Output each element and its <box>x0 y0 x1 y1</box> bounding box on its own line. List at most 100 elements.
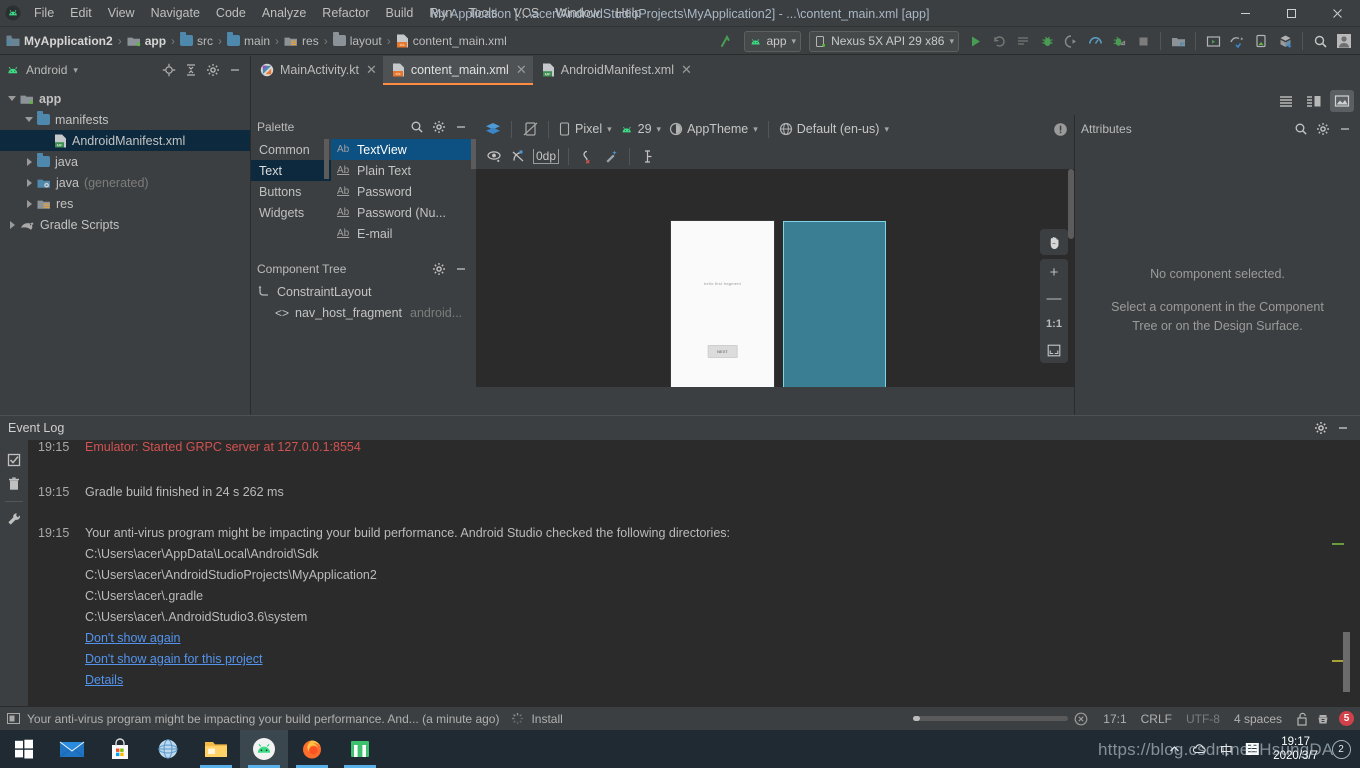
code-mode-icon[interactable] <box>1274 90 1298 112</box>
design-mode-icon[interactable] <box>1330 89 1354 112</box>
search-icon[interactable] <box>406 116 428 138</box>
event-log-row[interactable]: Details <box>28 670 1350 691</box>
zoom-to-fit-button[interactable] <box>1040 337 1068 363</box>
menu-build[interactable]: Build <box>378 3 422 23</box>
install-link[interactable]: Install <box>531 712 562 726</box>
unlocked-icon[interactable] <box>1296 712 1309 726</box>
close-icon[interactable]: ✕ <box>516 62 527 78</box>
locale-combo[interactable]: Default (en-us) ▾ <box>775 120 893 138</box>
palette-items[interactable]: Ab TextView Ab Plain Text Ab Password Ab… <box>331 139 476 249</box>
menu-analyze[interactable]: Analyze <box>254 3 314 23</box>
event-log-indicator-icon[interactable] <box>7 712 20 725</box>
chevron-down-icon[interactable]: ▾ <box>73 65 78 76</box>
palette-category-common[interactable]: Common <box>251 139 331 160</box>
settings-icon[interactable] <box>428 116 450 138</box>
dont-show-again-project-link[interactable]: Don't show again for this project <box>85 652 262 666</box>
file-explorer-app[interactable] <box>192 730 240 768</box>
pan-hand-icon[interactable] <box>1040 229 1068 255</box>
api-level-combo[interactable]: 29 ▾ <box>616 120 665 138</box>
palette-category-text[interactable]: Text <box>251 160 331 181</box>
menu-navigate[interactable]: Navigate <box>143 3 208 23</box>
run-button[interactable] <box>963 29 987 53</box>
sync-gradle-button[interactable] <box>1225 29 1249 53</box>
palette-item-textview[interactable]: Ab TextView <box>331 139 476 160</box>
maximize-button[interactable] <box>1268 0 1314 27</box>
notification-center-icon[interactable]: 2 <box>1326 730 1356 768</box>
hector-inspection-icon[interactable] <box>1316 712 1330 726</box>
settings-icon[interactable] <box>1310 417 1332 439</box>
keyboard-layout-icon[interactable] <box>1239 730 1265 768</box>
mail-app[interactable] <box>48 730 96 768</box>
menu-edit[interactable]: Edit <box>62 3 100 23</box>
cloud-icon[interactable] <box>1187 730 1213 768</box>
hide-icon[interactable] <box>450 258 472 280</box>
breadcrumb-src[interactable]: src <box>180 32 213 48</box>
event-log-row[interactable]: Don't show again for this project <box>28 649 1350 670</box>
tree-item-java-generated[interactable]: java (generated) <box>0 172 250 193</box>
tree-item-app[interactable]: app <box>0 88 250 109</box>
close-icon[interactable]: ✕ <box>681 62 692 78</box>
palette-category-buttons[interactable]: Buttons <box>251 181 331 202</box>
twisty-closed-icon[interactable] <box>21 178 37 187</box>
menu-help[interactable]: Help <box>608 3 650 23</box>
hide-icon[interactable] <box>224 59 246 81</box>
chevron-down-icon[interactable]: ▾ <box>657 124 662 135</box>
microsoft-store-app[interactable] <box>96 730 144 768</box>
tree-item-gradle-scripts[interactable]: Gradle Scripts <box>0 214 250 235</box>
menu-file[interactable]: File <box>26 3 62 23</box>
chevron-down-icon[interactable]: ▾ <box>949 36 954 47</box>
tray-overflow-icon[interactable] <box>1161 730 1187 768</box>
indent-setting[interactable]: 4 spaces <box>1227 712 1289 726</box>
run-list-button[interactable] <box>1011 29 1035 53</box>
component-tree-node-constraintlayout[interactable]: ConstraintLayout <box>251 281 476 302</box>
internet-explorer-app[interactable] <box>144 730 192 768</box>
settings-icon[interactable] <box>1312 118 1334 140</box>
event-log-content[interactable]: 19:15 Emulator: Started GRPC server at 1… <box>28 440 1350 706</box>
autoconnect-off-icon[interactable] <box>506 145 530 167</box>
settings-icon[interactable] <box>428 258 450 280</box>
error-count-badge[interactable]: 5 <box>1339 711 1354 726</box>
line-separator[interactable]: CRLF <box>1134 712 1179 726</box>
hide-icon[interactable] <box>1334 118 1356 140</box>
default-margin-control[interactable]: 0dp <box>530 148 562 165</box>
tab-mainactivity-kt[interactable]: MainActivity.kt ✕ <box>251 56 383 85</box>
cancel-task-icon[interactable] <box>1074 712 1088 726</box>
background-task-progress[interactable] <box>913 716 1069 721</box>
device-preview-render[interactable]: hello first fragment NEXT <box>671 221 774 387</box>
breadcrumb-myapplication2[interactable]: MyApplication2 <box>6 34 113 48</box>
device-file-explorer-button[interactable] <box>1249 29 1273 53</box>
android-studio-app[interactable] <box>240 730 288 768</box>
chevron-down-icon[interactable]: ▾ <box>884 124 889 135</box>
palette-category-widgets[interactable]: Widgets <box>251 202 331 223</box>
zoom-out-button[interactable]: — <box>1040 285 1068 311</box>
hide-icon[interactable] <box>1332 417 1354 439</box>
minimize-button[interactable] <box>1222 0 1268 27</box>
user-account-button[interactable] <box>1332 29 1356 53</box>
orientation-rotate-icon[interactable] <box>518 118 542 140</box>
infer-constraints-icon[interactable] <box>599 145 623 167</box>
device-combo[interactable]: Pixel ▾ <box>555 120 616 138</box>
sdk-manager-button[interactable] <box>1166 29 1190 53</box>
layout-inspector-button[interactable] <box>1273 29 1297 53</box>
collapse-all-icon[interactable] <box>180 59 202 81</box>
tree-item-androidmanifest-xml[interactable]: MF AndroidManifest.xml <box>0 130 250 151</box>
chevron-down-icon[interactable]: ▾ <box>607 124 612 135</box>
menu-tools[interactable]: Tools <box>460 3 505 23</box>
menu-code[interactable]: Code <box>208 3 254 23</box>
breadcrumb-res[interactable]: res <box>284 34 319 48</box>
twisty-closed-icon[interactable] <box>21 157 37 166</box>
project-tree[interactable]: app manifests MF AndroidManifest.xml jav… <box>0 84 250 235</box>
tree-item-java[interactable]: java <box>0 151 250 172</box>
settings-wrench-icon[interactable] <box>3 507 25 531</box>
zoom-in-button[interactable]: + <box>1040 259 1068 285</box>
ime-indicator[interactable]: 中 <box>1213 730 1239 768</box>
make-project-icon[interactable] <box>716 29 740 53</box>
app-window[interactable] <box>336 730 384 768</box>
error-stripe-marker-green[interactable] <box>1332 543 1344 545</box>
breadcrumb-main[interactable]: main <box>227 32 270 48</box>
palette-item-password[interactable]: Ab Password <box>331 181 476 202</box>
caret-position[interactable]: 17:1 <box>1096 712 1133 726</box>
twisty-open-icon[interactable] <box>4 96 20 101</box>
search-icon[interactable] <box>1290 118 1312 140</box>
tab-content-main-xml[interactable]: <> content_main.xml ✕ <box>382 56 533 85</box>
